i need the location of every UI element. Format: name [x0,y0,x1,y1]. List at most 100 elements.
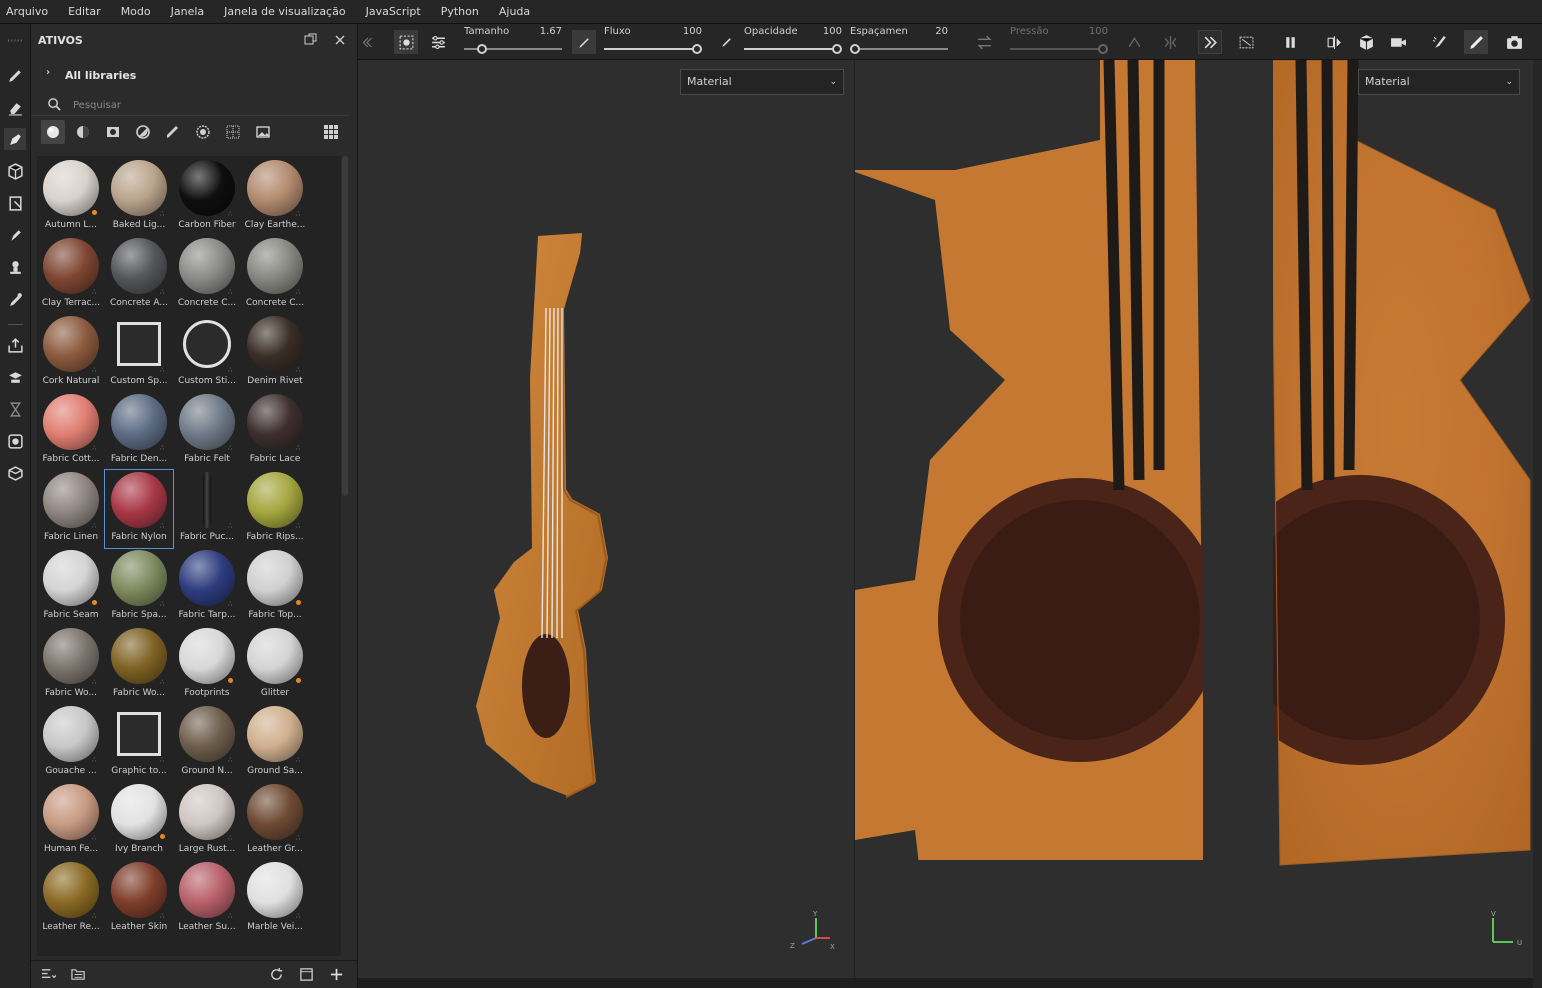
projection-tool-icon[interactable] [4,128,26,150]
asset-item[interactable]: Carbon Fiber ∴ [173,158,241,236]
asset-item[interactable]: Concrete A... ∴ [105,236,173,314]
menu-editar[interactable]: Editar [68,5,101,18]
size-control[interactable]: Tamanho 1.67 [464,24,564,60]
export-icon[interactable] [4,334,26,356]
asset-item[interactable]: Leather Re... ∴ [37,860,105,938]
view-cube-icon[interactable] [1354,30,1378,54]
shelf-icon[interactable] [4,462,26,484]
clone-stamp-icon[interactable] [4,256,26,278]
pressure-slider-handle[interactable] [1098,44,1108,54]
brush-preset-icon[interactable] [394,30,418,54]
menu-modo[interactable]: Modo [121,5,151,18]
asset-item[interactable]: Custom Sti... ∴ [173,314,241,392]
history-icon[interactable] [4,398,26,420]
asset-item[interactable]: Fabric Wo... ∴ [105,626,173,704]
asset-item[interactable]: Fabric Spa... ∴ [105,548,173,626]
asset-item[interactable]: Footprints [173,626,241,704]
asset-item[interactable]: Fabric Wo... ∴ [37,626,105,704]
flow-control[interactable]: Fluxo 100 [604,24,704,60]
geometry-fill-icon[interactable] [4,160,26,182]
filter-alphas-icon[interactable] [191,120,215,144]
asset-item[interactable]: Fabric Rips... ∴ [241,470,309,548]
asset-item[interactable]: Ground N... ∴ [173,704,241,782]
more-options-icon[interactable] [1198,30,1222,54]
color-picker-icon[interactable] [4,288,26,310]
menu-janela-visualizacao[interactable]: Janela de visualização [224,5,345,18]
filter-environments-icon[interactable] [251,120,275,144]
filter-textures-icon[interactable] [101,120,125,144]
asset-item[interactable]: Large Rust... ∴ [173,782,241,860]
asset-item[interactable]: Graphic to... ∴ [105,704,173,782]
pause-icon[interactable] [1278,30,1302,54]
size-slider-handle[interactable] [477,44,487,54]
viewport-2d-uv[interactable]: V U Material ⌄ [855,60,1533,978]
viewport-camera-off-icon[interactable] [1234,30,1258,54]
smudge-tool-icon[interactable] [4,224,26,246]
search-input[interactable] [73,96,333,114]
pressure-control[interactable]: Pressão 100 [1010,24,1110,60]
pen-pressure-size-icon[interactable] [572,30,596,54]
asset-item[interactable]: Fabric Cott... ∴ [37,392,105,470]
asset-item[interactable]: Fabric Den... ∴ [105,392,173,470]
grid-view-icon[interactable] [319,120,343,144]
pen-pressure-flow-icon[interactable] [714,30,738,54]
asset-item[interactable]: Fabric Felt ∴ [173,392,241,470]
collapse-panel-icon[interactable] [360,30,374,54]
eraser-tool-icon[interactable] [4,96,26,118]
asset-item[interactable]: Concrete C... ∴ [173,236,241,314]
bake-icon[interactable] [4,366,26,388]
filter-procedurals-icon[interactable] [221,120,245,144]
split-view-icon[interactable] [1322,30,1346,54]
pressure-value[interactable]: 100 [1070,26,1108,37]
asset-item[interactable]: Fabric Puc... ∴ [173,470,241,548]
viewport-3d[interactable]: Material ⌄ Y X Z [358,60,854,978]
asset-item[interactable]: Clay Terrac... ∴ [37,236,105,314]
size-value[interactable]: 1.67 [524,26,562,37]
opacity-value[interactable]: 100 [804,26,842,37]
viewport-2d-channel-select[interactable]: Material ⌄ [1358,69,1520,95]
undock-icon[interactable] [303,33,317,47]
display-settings-icon[interactable] [4,430,26,452]
filter-smart-materials-icon[interactable] [71,120,95,144]
asset-item[interactable]: Baked Lig... ∴ [105,158,173,236]
asset-item[interactable]: Glitter [241,626,309,704]
iray-render-icon[interactable] [1428,30,1452,54]
asset-item[interactable]: Ground Sa... ∴ [241,704,309,782]
asset-item[interactable]: Fabric Seam [37,548,105,626]
lazy-mouse-icon[interactable] [1122,30,1146,54]
menu-janela[interactable]: Janela [171,5,205,18]
asset-item[interactable]: Clay Earthe... ∴ [241,158,309,236]
asset-item[interactable]: Concrete C... ∴ [241,236,309,314]
menu-arquivo[interactable]: Arquivo [6,5,48,18]
asset-item[interactable]: Human Fe... ∴ [37,782,105,860]
asset-item[interactable]: Ivy Branch [105,782,173,860]
asset-item[interactable]: Leather Skin ∴ [105,860,173,938]
opacity-control[interactable]: Opacidade 100 [744,24,844,60]
asset-item[interactable]: Fabric Lace ∴ [241,392,309,470]
filter-brushes-icon[interactable] [161,120,185,144]
asset-item[interactable]: Gouache ... ∴ [37,704,105,782]
new-folder-icon[interactable] [299,967,314,982]
menu-python[interactable]: Python [441,5,479,18]
paint-mode-icon[interactable] [1464,30,1488,54]
swap-icon[interactable] [972,30,996,54]
asset-item[interactable]: Leather Gr... ∴ [241,782,309,860]
close-panel-icon[interactable] [333,33,347,47]
flow-slider-handle[interactable] [692,44,702,54]
folder-list-icon[interactable] [71,967,86,982]
spacing-control[interactable]: Espaçamen 20 [850,24,950,60]
asset-grid-scrollbar[interactable] [342,156,348,496]
library-selector[interactable]: › All libraries [31,64,358,86]
filter-smart-masks-icon[interactable] [131,120,155,144]
polygon-fill-icon[interactable] [4,192,26,214]
asset-item[interactable]: Fabric Top... [241,548,309,626]
paint-brush-tool-icon[interactable] [4,64,26,86]
filter-materials-icon[interactable] [41,120,65,144]
symmetry-icon[interactable] [1158,30,1182,54]
spacing-slider-handle[interactable] [850,44,860,54]
asset-item[interactable]: Autumn L... [37,158,105,236]
menu-javascript[interactable]: JavaScript [366,5,421,18]
asset-item[interactable]: Custom Sp... ∴ [105,314,173,392]
asset-item[interactable]: Fabric Nylon ∴ [104,469,174,549]
asset-item[interactable]: Denim Rivet ∴ [241,314,309,392]
